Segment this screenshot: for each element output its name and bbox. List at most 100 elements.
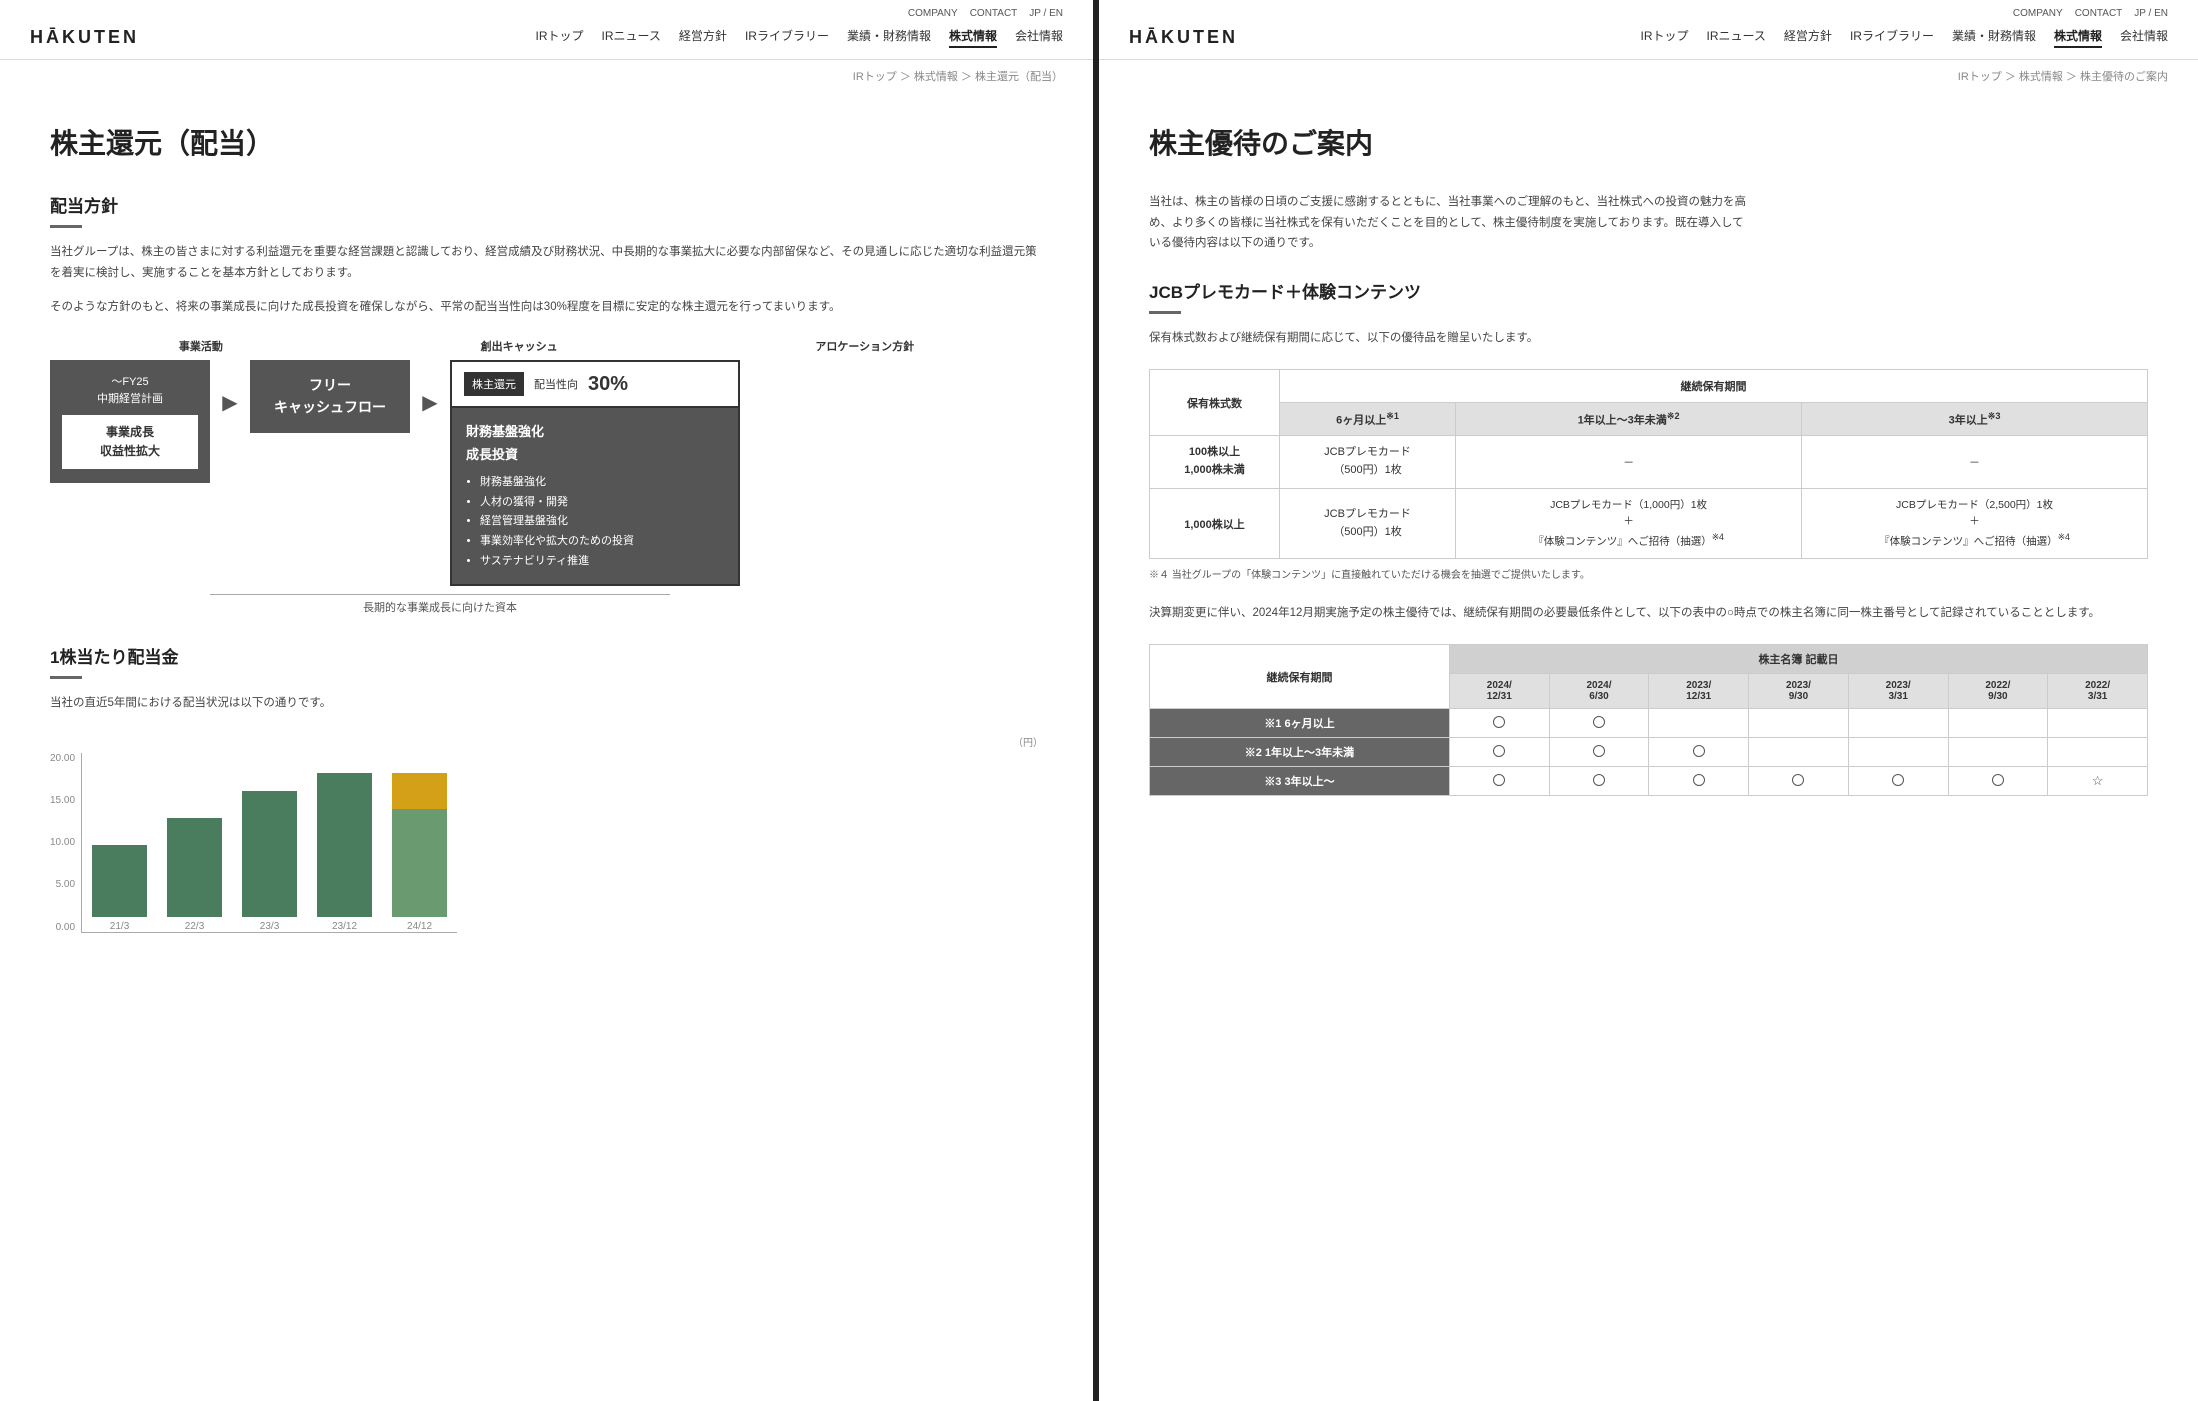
chart-wrapper: （円） 0.00 5.00 10.00 15.00 20.00 — [50, 734, 1043, 933]
section2-intro: 当社の直近5年間における配当状況は以下の通りです。 — [50, 693, 1043, 714]
arrow1: ▶ — [210, 390, 250, 415]
y15: 15.00 — [50, 795, 75, 806]
right-panel: COMPANY CONTACT JP / EN HĀKUTEN IRトップ IR… — [1099, 0, 2198, 1401]
bar-gold-4 — [392, 773, 447, 809]
y-axis: 0.00 5.00 10.00 15.00 20.00 — [50, 753, 75, 933]
th-main-header: 株主名簿 記載日 — [1449, 645, 2147, 674]
right-section1-underline — [1149, 311, 1181, 314]
nav-ir-news[interactable]: IRニュース — [602, 27, 661, 48]
pct-label-text: 配当性向 — [534, 376, 578, 392]
th-date-5: 2022/9/30 — [1948, 674, 2048, 709]
th-date-4: 2023/3/31 — [1848, 674, 1948, 709]
bar-label-0: 21/3 — [110, 921, 129, 932]
mark-2-6: ☆ — [2048, 767, 2148, 796]
bar-group-1: 22/3 — [167, 818, 222, 932]
section2-title: 1株当たり配当金 — [50, 643, 1043, 668]
box3-bottom-title: 財務基盤強化成長投資 — [466, 420, 724, 467]
circle-icon — [1792, 774, 1804, 786]
bar-label-2: 23/3 — [260, 921, 279, 932]
r-nav-ir-news[interactable]: IRニュース — [1707, 27, 1766, 48]
lang-link[interactable]: JP / EN — [1029, 8, 1063, 19]
left-breadcrumb: IRトップ ＞ 株式情報 ＞ 株主還元（配当） — [0, 60, 1093, 92]
mark-0-5 — [1948, 709, 2048, 738]
r-contact-link[interactable]: CONTACT — [2075, 8, 2123, 19]
record-table: 継続保有期間 株主名簿 記載日 2024/12/31 2024/6/30 202… — [1149, 644, 2148, 796]
section1-body1: 当社グループは、株主の皆さまに対する利益還元を重要な経営課題と認識しており、経営… — [50, 242, 1043, 283]
star-icon: ☆ — [2092, 773, 2104, 788]
section2-underline — [50, 676, 82, 679]
nav-stock[interactable]: 株式情報 — [949, 27, 997, 48]
right-section1: JCBプレモカード＋体験コンテンツ 保有株式数および継続保有期間に応じて、以下の… — [1149, 278, 2148, 584]
circle-icon — [1992, 774, 2004, 786]
diagram-boxes: 〜FY25中期経営計画 事業成長収益性拡大 ▶ フリーキャッシュフロー ▶ 株主… — [50, 360, 1043, 586]
bar-green-0 — [92, 845, 147, 917]
record-row-0: ※1 6ヶ月以上 — [1150, 709, 2148, 738]
circle-icon — [1493, 774, 1505, 786]
circle-icon — [1593, 716, 1605, 728]
table1-row0: 100株以上1,000株未満 JCBプレモカード（500円）1枚 － － — [1150, 436, 2148, 488]
th-date-3: 2023/9/30 — [1749, 674, 1849, 709]
diagram-labels: 事業活動 創出キャッシュ アロケーション方針 — [50, 338, 1043, 354]
y0: 0.00 — [50, 922, 75, 933]
left-content: 株主還元（配当） 配当方針 当社グループは、株主の皆さまに対する利益還元を重要な… — [0, 92, 1093, 983]
bar-label-4: 24/12 — [407, 921, 432, 932]
r-lang-link[interactable]: JP / EN — [2134, 8, 2168, 19]
box3-item2: 人材の獲得・開発 — [480, 493, 724, 513]
diag-label3: アロケーション方針 — [815, 338, 914, 354]
contact-link[interactable]: CONTACT — [970, 8, 1018, 19]
box3-item5: サステナビリティ推進 — [480, 552, 724, 572]
bar-stacked-4 — [392, 773, 447, 917]
mark-0-4 — [1848, 709, 1948, 738]
bar-group-0: 21/3 — [92, 845, 147, 932]
th-period-header: 継続保有期間 — [1150, 645, 1450, 709]
mark-1-6 — [2048, 738, 2148, 767]
right-intro: 当社は、株主の皆様の日頃のご支援に感謝するとともに、当社事業へのご理解のもと、当… — [1149, 192, 1749, 254]
section1-title: 配当方針 — [50, 192, 1043, 217]
circle-icon — [1892, 774, 1904, 786]
circle-icon — [1693, 774, 1705, 786]
r-nav-stock[interactable]: 株式情報 — [2054, 27, 2102, 48]
left-panel: COMPANY CONTACT JP / EN HĀKUTEN IRトップ IR… — [0, 0, 1099, 1401]
th-date-1: 2024/6/30 — [1549, 674, 1649, 709]
period-label-1: ※2 1年以上〜3年未満 — [1150, 738, 1450, 767]
td-cell-0-1: － — [1456, 436, 1802, 488]
left-logo: HĀKUTEN — [30, 27, 139, 48]
bar-green-3 — [317, 773, 372, 917]
circle-icon — [1593, 774, 1605, 786]
right-section1-subtitle: 保有株式数および継続保有期間に応じて、以下の優待品を贈呈いたします。 — [1149, 328, 2148, 349]
box3-item3: 経営管理基盤強化 — [480, 512, 724, 532]
r-nav-company[interactable]: 会社情報 — [2120, 27, 2168, 48]
section2-intro-text: 決算期変更に伴い、2024年12月期実施予定の株主優待では、継続保有期間の必要最… — [1149, 604, 2148, 624]
r-company-link[interactable]: COMPANY — [2013, 8, 2063, 19]
company-link[interactable]: COMPANY — [908, 8, 958, 19]
td-cell-1-2: JCBプレモカード（2,500円）1枚＋『体験コンテンツ』へご招待（抽選）※4 — [1802, 488, 2148, 559]
nav-library[interactable]: IRライブラリー — [745, 27, 829, 48]
table1-row1: 1,000株以上 JCBプレモカード（500円）1枚 JCBプレモカード（1,0… — [1150, 488, 2148, 559]
diagram-box1: 〜FY25中期経営計画 事業成長収益性拡大 — [50, 360, 210, 483]
r-nav-management[interactable]: 経営方針 — [1784, 27, 1832, 48]
left-page-title: 株主還元（配当） — [50, 122, 1043, 162]
table2-wrapper: 継続保有期間 株主名簿 記載日 2024/12/31 2024/6/30 202… — [1149, 644, 2148, 796]
box1-top: 〜FY25中期経営計画 — [62, 374, 198, 407]
r-nav-financial[interactable]: 業績・財務情報 — [1952, 27, 2036, 48]
td-cell-0-0: JCBプレモカード（500円）1枚 — [1280, 436, 1456, 488]
bar-group-4: 24/12 — [392, 773, 447, 932]
r-nav-library[interactable]: IRライブラリー — [1850, 27, 1934, 48]
diag-label1: 事業活動 — [179, 338, 223, 354]
mark-0-2 — [1649, 709, 1749, 738]
pref-table: 保有株式数 継続保有期間 6ヶ月以上※1 1年以上〜3年未満※2 3年以上※3 — [1149, 369, 2148, 560]
nav-financial[interactable]: 業績・財務情報 — [847, 27, 931, 48]
nav-ir-top[interactable]: IRトップ — [536, 27, 584, 48]
mark-0-1 — [1549, 709, 1649, 738]
td-cell-1-0: JCBプレモカード（500円）1枚 — [1280, 488, 1456, 559]
arrow2: ▶ — [410, 390, 450, 415]
box3-bottom: 財務基盤強化成長投資 財務基盤強化 人材の獲得・開発 経営管理基盤強化 事業効率… — [452, 408, 738, 584]
mark-0-3 — [1749, 709, 1849, 738]
nav-company[interactable]: 会社情報 — [1015, 27, 1063, 48]
nav-management[interactable]: 経営方針 — [679, 27, 727, 48]
shareholder-tag: 株主還元 — [464, 372, 524, 396]
chart-bars: 21/3 22/3 23/3 — [81, 753, 457, 933]
record-row-1: ※2 1年以上〜3年未満 — [1150, 738, 2148, 767]
r-nav-ir-top[interactable]: IRトップ — [1641, 27, 1689, 48]
diag-label2: 創出キャッシュ — [481, 338, 558, 354]
